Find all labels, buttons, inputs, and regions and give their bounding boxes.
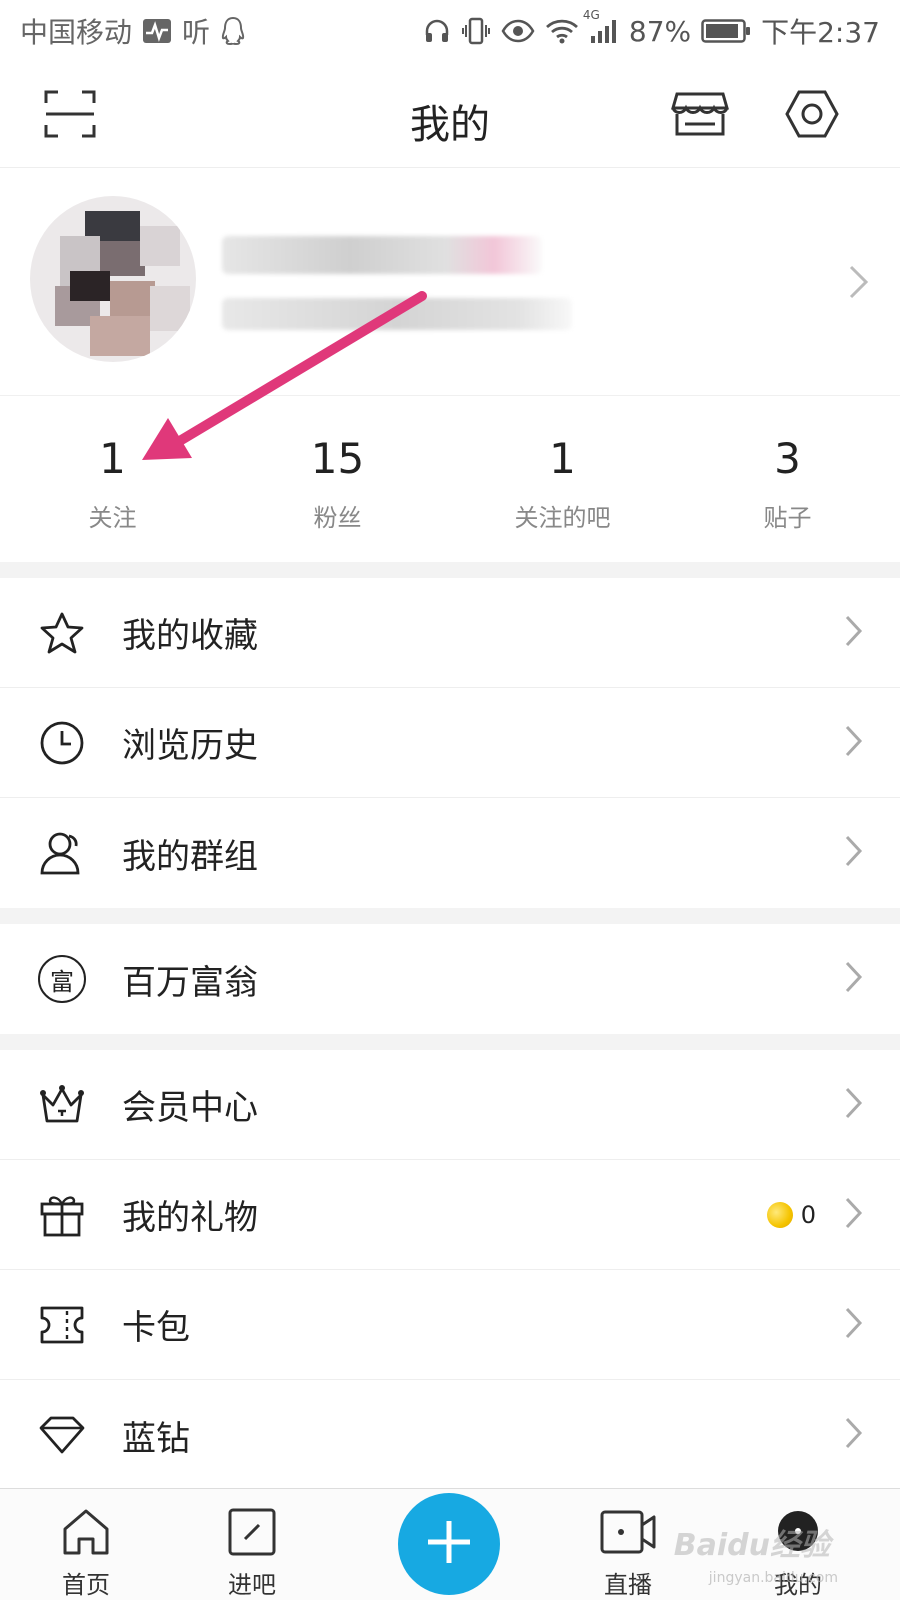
stat-fans[interactable]: 15 粉丝 <box>225 396 450 562</box>
gift-coin-balance: 0 <box>763 1197 816 1232</box>
gift-count: 0 <box>800 1200 816 1229</box>
username-blurred <box>222 236 542 274</box>
coin-icon <box>763 1197 797 1232</box>
menu-label: 会员中心 <box>122 1088 258 1128</box>
listen-icon: 听 <box>182 16 211 49</box>
clock: 下午2:37 <box>761 16 880 49</box>
stat-label: 关注 <box>88 504 137 532</box>
stat-label: 粉丝 <box>313 504 362 532</box>
menu-item-favorites[interactable]: 我的收藏 <box>0 578 900 688</box>
menu-item-history[interactable]: 浏览历史 <box>0 688 900 798</box>
chevron-right-icon <box>848 264 870 304</box>
profile-card[interactable] <box>0 168 900 396</box>
vibrate-icon <box>461 16 491 46</box>
store-button[interactable] <box>670 86 730 146</box>
nav-label: 进吧 <box>228 1571 276 1599</box>
battery-percent: 87% <box>628 14 692 48</box>
page-title: 我的 <box>410 102 490 148</box>
chevron-right-icon <box>844 834 864 872</box>
store-icon <box>671 90 729 142</box>
menu-label: 浏览历史 <box>122 726 258 766</box>
settings-icon <box>785 89 839 143</box>
nav-home[interactable]: 首页 <box>36 1505 136 1600</box>
watermark-url: jingyan.baidu.com <box>708 1570 838 1586</box>
stat-following[interactable]: 1 关注 <box>0 396 225 562</box>
top-header: 我的 <box>0 62 900 168</box>
stat-value: 1 <box>549 434 576 483</box>
stat-label: 贴子 <box>763 504 812 532</box>
post-button[interactable] <box>398 1493 500 1595</box>
user-info-blurred <box>222 298 572 330</box>
watermark-logo: Baidu经验 <box>673 1528 830 1563</box>
menu-item-blue-diamond[interactable]: 蓝钻 <box>0 1380 900 1490</box>
menu-label: 我的收藏 <box>122 616 258 656</box>
video-camera-icon <box>578 1505 678 1559</box>
menu-item-groups[interactable]: 我的群组 <box>0 798 900 908</box>
menu-item-millionaire[interactable]: 富 百万富翁 <box>0 924 900 1034</box>
ticket-icon <box>38 1301 86 1349</box>
edit-box-icon <box>202 1505 302 1559</box>
stat-label: 关注的吧 <box>514 504 611 532</box>
diamond-icon <box>38 1411 86 1459</box>
activity-icon <box>142 18 172 44</box>
bottom-nav: 首页 进吧 直播 我的 Baidu经验 jingyan.baidu.com <box>0 1488 900 1600</box>
stat-value: 3 <box>774 434 801 483</box>
menu-label: 我的礼物 <box>122 1198 258 1238</box>
eye-icon <box>501 18 535 44</box>
wifi-icon <box>545 17 579 45</box>
battery-icon <box>701 18 751 44</box>
menu-item-card-wallet[interactable]: 卡包 <box>0 1270 900 1380</box>
menu-item-member-center[interactable]: 会员中心 <box>0 1050 900 1160</box>
section-divider <box>0 1034 900 1050</box>
chevron-right-icon <box>844 1306 864 1344</box>
stat-value: 1 <box>99 434 126 483</box>
chevron-right-icon <box>844 1416 864 1454</box>
avatar[interactable] <box>30 196 196 362</box>
settings-button[interactable] <box>782 86 842 146</box>
stats-bar: 1 关注 15 粉丝 1 关注的吧 3 贴子 <box>0 396 900 562</box>
rich-badge-icon: 富 <box>38 955 86 1003</box>
clock-icon <box>38 719 86 767</box>
section-divider <box>0 908 900 924</box>
chevron-right-icon <box>844 1196 864 1234</box>
nav-live[interactable]: 直播 <box>578 1505 678 1600</box>
stat-followed-bars[interactable]: 1 关注的吧 <box>450 396 675 562</box>
status-bar: 中国移动 听 4G 87% 下午2:37 <box>0 0 900 62</box>
stat-posts[interactable]: 3 贴子 <box>675 396 900 562</box>
stat-value: 15 <box>310 434 365 483</box>
headphones-icon <box>423 17 451 45</box>
carrier-label: 中国移动 <box>20 16 133 49</box>
gift-icon <box>38 1191 86 1239</box>
nav-label: 直播 <box>604 1571 652 1599</box>
nav-label: 首页 <box>62 1571 110 1599</box>
chevron-right-icon <box>844 614 864 652</box>
chevron-right-icon <box>844 1086 864 1124</box>
home-icon <box>36 1505 136 1559</box>
menu-label: 我的群组 <box>122 836 258 877</box>
menu-label: 蓝钻 <box>122 1418 190 1459</box>
signal-icon: 4G <box>583 8 619 44</box>
nav-enter-bar[interactable]: 进吧 <box>202 1505 302 1600</box>
menu-item-gifts[interactable]: 我的礼物 0 <box>0 1160 900 1270</box>
menu-label: 百万富翁 <box>122 962 258 1003</box>
crown-icon <box>38 1081 86 1129</box>
chevron-right-icon <box>844 724 864 762</box>
section-divider <box>0 562 900 578</box>
user-group-icon <box>38 829 86 877</box>
star-icon <box>38 609 86 657</box>
menu-label: 卡包 <box>122 1308 190 1348</box>
qq-icon <box>220 16 246 46</box>
plus-icon <box>424 1517 474 1571</box>
chevron-right-icon <box>844 960 864 998</box>
